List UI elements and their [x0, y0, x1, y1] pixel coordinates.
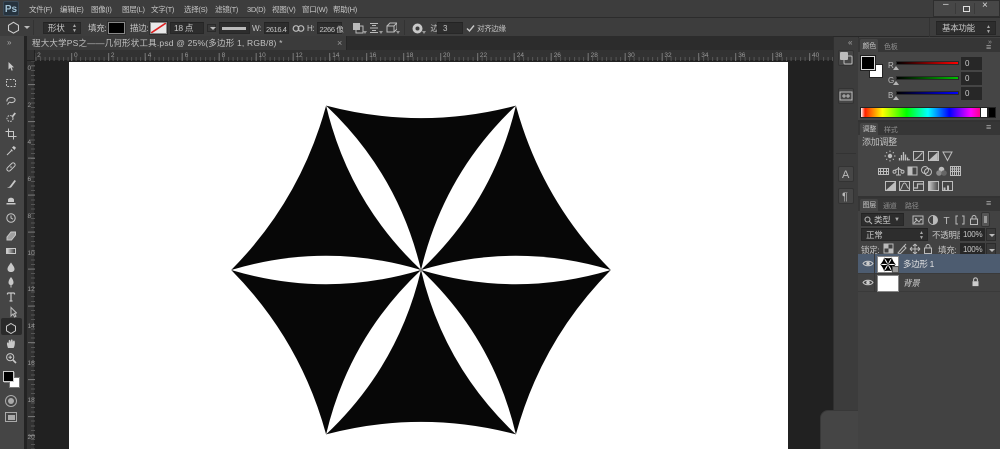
svg-text:¶: ¶	[842, 191, 848, 203]
svg-text:A: A	[842, 169, 850, 181]
svg-text:T: T	[944, 216, 950, 226]
